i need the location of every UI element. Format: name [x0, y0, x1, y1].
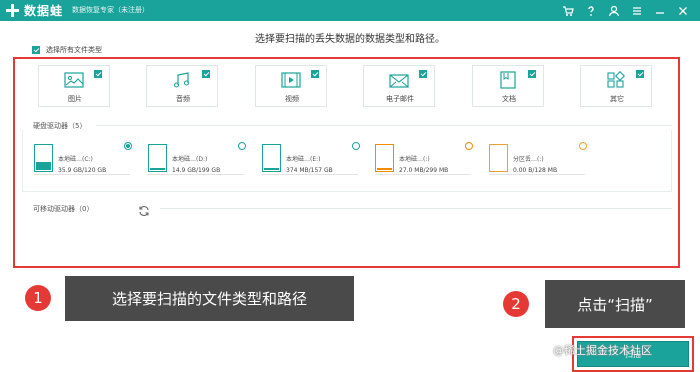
logo-text: 数据蛙 — [24, 4, 64, 18]
logo-plus-icon — [6, 4, 19, 17]
minimize-icon[interactable] — [653, 4, 667, 18]
close-icon[interactable] — [676, 4, 690, 18]
app-subtitle: 数据恢复专家（未注册） — [72, 6, 149, 14]
help-icon[interactable] — [584, 4, 598, 18]
watermark: @稀土掘金技术社区 — [553, 344, 652, 357]
select-all-checkbox[interactable]: 选择所有文件类型 — [32, 45, 102, 55]
menu-icon[interactable] — [630, 4, 644, 18]
callout-step-2: 点击“扫描” — [545, 280, 685, 328]
cart-icon[interactable] — [561, 4, 575, 18]
highlight-frame — [13, 57, 680, 268]
checkbox-checked-icon[interactable] — [32, 46, 40, 54]
title-bar: 数据蛙 数据恢复专家（未注册） — [0, 0, 700, 21]
callout-step-1: 选择要扫描的文件类型和路径 — [65, 276, 354, 321]
step-badge-1: 1 — [25, 285, 51, 311]
app-logo: 数据蛙 — [6, 3, 63, 18]
step-badge-2: 2 — [503, 291, 529, 317]
select-all-label: 选择所有文件类型 — [46, 46, 102, 54]
user-icon[interactable] — [607, 4, 621, 18]
page-heading: 选择要扫描的丢失数据的数据类型和路径。 — [255, 34, 445, 45]
